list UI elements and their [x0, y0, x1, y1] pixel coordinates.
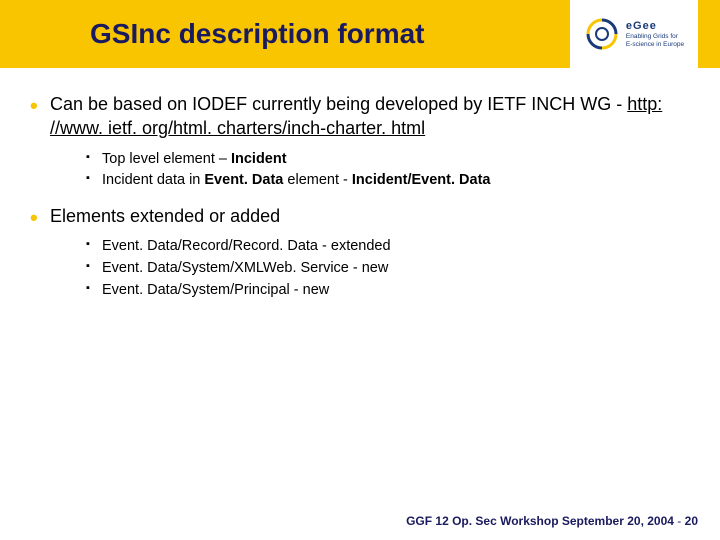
sub-1-2-pre: Incident data in: [102, 172, 204, 188]
sub-1-2-bold2: Incident/Event. Data: [352, 172, 491, 188]
logo-text: eGee Enabling Grids for E-science in Eur…: [626, 20, 684, 47]
sub-1-2: Incident data in Event. Data element - I…: [50, 170, 680, 192]
sub-1-1-bold: Incident: [231, 151, 287, 167]
footer-dash: -: [677, 514, 684, 528]
title-bar: GSInc description format eGee Enabling G…: [0, 0, 720, 68]
sub-1-1-pre: Top level element –: [102, 151, 231, 167]
bullet-1-sublist: Top level element – Incident Incident da…: [50, 149, 680, 193]
sub-2-2: Event. Data/System/XMLWeb. Service - new: [50, 258, 680, 280]
sub-2-3: Event. Data/System/Principal - new: [50, 280, 680, 302]
logo-mark-icon: [584, 16, 620, 52]
sub-2-1-pre: Event. Data/Record/Record. Data - extend…: [102, 238, 391, 254]
sub-1-2-bold: Event. Data: [204, 172, 283, 188]
sub-2-1: Event. Data/Record/Record. Data - extend…: [50, 236, 680, 258]
footer: GGF 12 Op. Sec Workshop September 20, 20…: [406, 514, 698, 528]
sub-1-2-post: element -: [283, 172, 352, 188]
main-bullet-list: Can be based on IODEF currently being de…: [20, 92, 680, 302]
bullet-2: Elements extended or added Event. Data/R…: [20, 204, 680, 302]
page-title: GSInc description format: [90, 18, 425, 50]
bullet-1: Can be based on IODEF currently being de…: [20, 92, 680, 192]
footer-text: GGF 12 Op. Sec Workshop September 20, 20…: [406, 514, 674, 528]
logo-tagline-1: Enabling Grids for: [626, 33, 684, 40]
sub-2-3-pre: Event. Data/System/Principal - new: [102, 282, 329, 298]
sub-1-1: Top level element – Incident: [50, 149, 680, 171]
footer-page: 20: [685, 514, 698, 528]
bullet-2-sublist: Event. Data/Record/Record. Data - extend…: [50, 236, 680, 301]
bullet-1-text: Can be based on IODEF currently being de…: [50, 94, 627, 114]
logo-brand: eGee: [626, 20, 684, 32]
egee-logo: eGee Enabling Grids for E-science in Eur…: [570, 0, 698, 68]
content-area: Can be based on IODEF currently being de…: [0, 68, 720, 302]
bullet-2-text: Elements extended or added: [50, 206, 280, 226]
sub-2-2-pre: Event. Data/System/XMLWeb. Service - new: [102, 260, 388, 276]
logo-inner: eGee Enabling Grids for E-science in Eur…: [584, 16, 684, 52]
logo-tagline-2: E-science in Europe: [626, 41, 684, 48]
